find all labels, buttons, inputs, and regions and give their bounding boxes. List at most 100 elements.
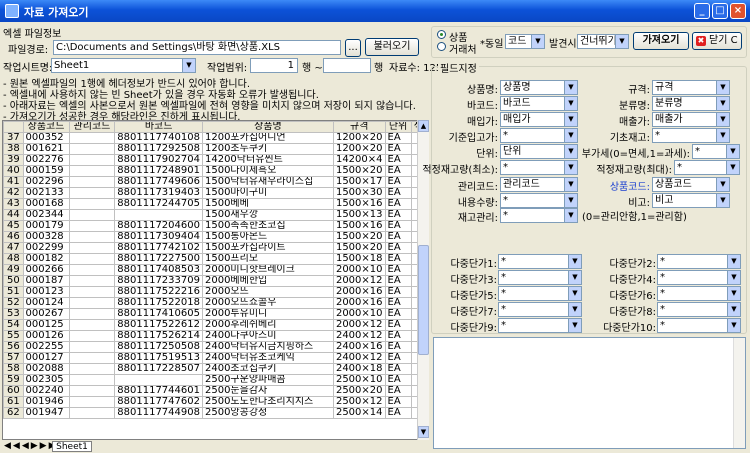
table-cell[interactable]: 001621: [22, 143, 70, 155]
found-action-select[interactable]: 건너뛰기 ▼: [577, 34, 629, 49]
table-cell[interactable]: 002344: [22, 209, 70, 221]
table-cell[interactable]: EA: [384, 154, 412, 166]
minimize-button[interactable]: _: [694, 3, 710, 19]
table-row[interactable]: 41 002296 8801117749606 1500닥터유새우라이스칩 1500×1…: [3, 176, 426, 188]
field-mapping-select[interactable]: 분류명 ▼: [652, 96, 730, 111]
table-cell[interactable]: [68, 220, 116, 232]
table-cell[interactable]: 8801117526214: [114, 330, 203, 342]
table-cell[interactable]: 1500베베: [201, 198, 334, 210]
table-cell[interactable]: [68, 308, 116, 320]
table-cell[interactable]: [68, 286, 116, 298]
table-cell[interactable]: 2000미니핫브레이크: [201, 264, 334, 276]
table-cell[interactable]: EA: [384, 363, 412, 375]
table-cell[interactable]: 14200×4: [332, 154, 386, 166]
table-cell[interactable]: [68, 341, 116, 353]
radio-product[interactable]: [437, 30, 446, 39]
table-cell[interactable]: [68, 319, 116, 331]
table-cell[interactable]: 2000오뜨: [201, 286, 334, 298]
table-cell[interactable]: EA: [384, 286, 412, 298]
table-row[interactable]: 60 002240 8801117744601 2500눈을감자 2500×20 EA: [3, 385, 426, 397]
table-cell[interactable]: 2400×16: [332, 341, 386, 353]
table-cell[interactable]: 1200×20: [332, 132, 386, 144]
table-cell[interactable]: 002296: [22, 176, 70, 188]
table-row[interactable]: 43 000168 8801117244705 1500베베 1500×16 EA: [3, 198, 426, 210]
field-mapping-select[interactable]: * ▼: [498, 318, 582, 333]
table-cell[interactable]: 1500×16: [332, 198, 386, 210]
table-cell[interactable]: 1500프리모: [201, 253, 334, 265]
scroll-up-icon[interactable]: ▲: [418, 120, 429, 132]
table-cell[interactable]: 001946: [22, 396, 70, 408]
table-cell[interactable]: 000267: [22, 308, 70, 320]
table-row[interactable]: 58 002088 8801117228507 2400초코칩쿠키 2400×18 EA: [3, 363, 426, 375]
table-cell[interactable]: 1500닥터유새우라이스칩: [201, 176, 334, 188]
table-cell[interactable]: EA: [384, 341, 412, 353]
table-cell[interactable]: 000187: [22, 275, 70, 287]
field-mapping-select[interactable]: * ▼: [657, 302, 741, 317]
table-cell[interactable]: EA: [384, 176, 412, 188]
table-cell[interactable]: 2400초코칩쿠키: [201, 363, 334, 375]
table-cell[interactable]: 8801117292508: [114, 143, 203, 155]
table-cell[interactable]: EA: [384, 374, 412, 386]
table-cell[interactable]: 8801117410605: [114, 308, 203, 320]
table-cell[interactable]: 2000×12: [332, 275, 386, 287]
table-cell[interactable]: 000168: [22, 198, 70, 210]
table-cell[interactable]: EA: [384, 198, 412, 210]
table-cell[interactable]: EA: [384, 319, 412, 331]
table-row[interactable]: 53 000267 8801117410605 2000투유미니 2000×10 EA: [3, 308, 426, 320]
path-input[interactable]: C:\Documents and Settings\바탕 화면\상품.XLS: [53, 40, 341, 55]
field-mapping-select[interactable]: * ▼: [498, 254, 582, 269]
table-row[interactable]: 55 000126 8801117526214 2400다쿠아즈미 2400×12 EA: [3, 330, 426, 342]
table-cell[interactable]: [68, 165, 116, 177]
table-cell[interactable]: 2500×10: [332, 374, 386, 386]
table-cell[interactable]: EA: [384, 132, 412, 144]
table-cell[interactable]: 002240: [22, 385, 70, 397]
table-cell[interactable]: [68, 209, 116, 221]
match-select[interactable]: 코드 ▼: [505, 34, 545, 49]
table-cell[interactable]: 2000×10: [332, 308, 386, 320]
table-cell[interactable]: [68, 132, 116, 144]
table-cell[interactable]: 000179: [22, 220, 70, 232]
table-cell[interactable]: 2500×12: [332, 396, 386, 408]
table-cell[interactable]: 1500×20: [332, 231, 386, 243]
table-cell[interactable]: [68, 396, 116, 408]
table-cell[interactable]: 2500눈을감자: [201, 385, 334, 397]
table-cell[interactable]: 8801117747602: [114, 396, 203, 408]
table-cell[interactable]: 000126: [22, 330, 70, 342]
table-cell[interactable]: EA: [384, 264, 412, 276]
table-row[interactable]: 62 001947 8801117744908 2500앙콩강정 2500×14 EA: [3, 407, 426, 419]
table-cell[interactable]: 002276: [22, 154, 70, 166]
table-cell[interactable]: 000124: [22, 297, 70, 309]
table-cell[interactable]: 8801117228507: [114, 363, 203, 375]
table-cell[interactable]: 8801117244705: [114, 198, 203, 210]
sheet-tab[interactable]: Sheet1: [52, 441, 92, 452]
table-row[interactable]: 57 000127 8801117519513 2400닥터유초코케익 2400×12 E…: [3, 352, 426, 364]
table-cell[interactable]: 002088: [22, 363, 70, 375]
table-cell[interactable]: [68, 330, 116, 342]
field-mapping-select[interactable]: 비고 ▼: [652, 193, 730, 208]
field-mapping-select[interactable]: * ▼: [500, 160, 578, 175]
field-mapping-select[interactable]: 관리코드 ▼: [500, 177, 578, 192]
table-cell[interactable]: 2400×12: [332, 330, 386, 342]
table-row[interactable]: 61 001946 8801117747602 2500도도한나초리치치즈 2500×1…: [3, 396, 426, 408]
field-mapping-select[interactable]: * ▼: [674, 160, 740, 175]
table-cell[interactable]: EA: [384, 253, 412, 265]
browse-button[interactable]: ...: [345, 39, 361, 57]
table-cell[interactable]: 1500×20: [332, 242, 386, 254]
table-cell[interactable]: [68, 385, 116, 397]
table-cell[interactable]: [68, 297, 116, 309]
field-mapping-select[interactable]: 규격 ▼: [652, 80, 730, 95]
table-row[interactable]: 38 001621 8801117292508 1200초두쿠키 1200×20 EA: [3, 143, 426, 155]
field-mapping-select[interactable]: * ▼: [498, 302, 582, 317]
table-cell[interactable]: EA: [384, 396, 412, 408]
field-mapping-select[interactable]: * ▼: [498, 286, 582, 301]
memo-scrollbar[interactable]: [733, 338, 745, 448]
table-cell[interactable]: 8801117319403: [114, 187, 203, 199]
table-row[interactable]: 49 000266 8801117408503 2000미니핫브레이크 2000×10 E…: [3, 264, 426, 276]
table-cell[interactable]: 8801117250508: [114, 341, 203, 353]
table-cell[interactable]: 1500×17: [332, 176, 386, 188]
excel-grid[interactable]: 상품코드관리코드바코드상품명규격단위색 37000352 880111774010…: [2, 120, 427, 440]
table-cell[interactable]: [68, 407, 116, 419]
table-cell[interactable]: [114, 374, 203, 386]
table-cell[interactable]: 1500통아몬드: [201, 231, 334, 243]
field-mapping-select[interactable]: * ▼: [500, 193, 578, 208]
